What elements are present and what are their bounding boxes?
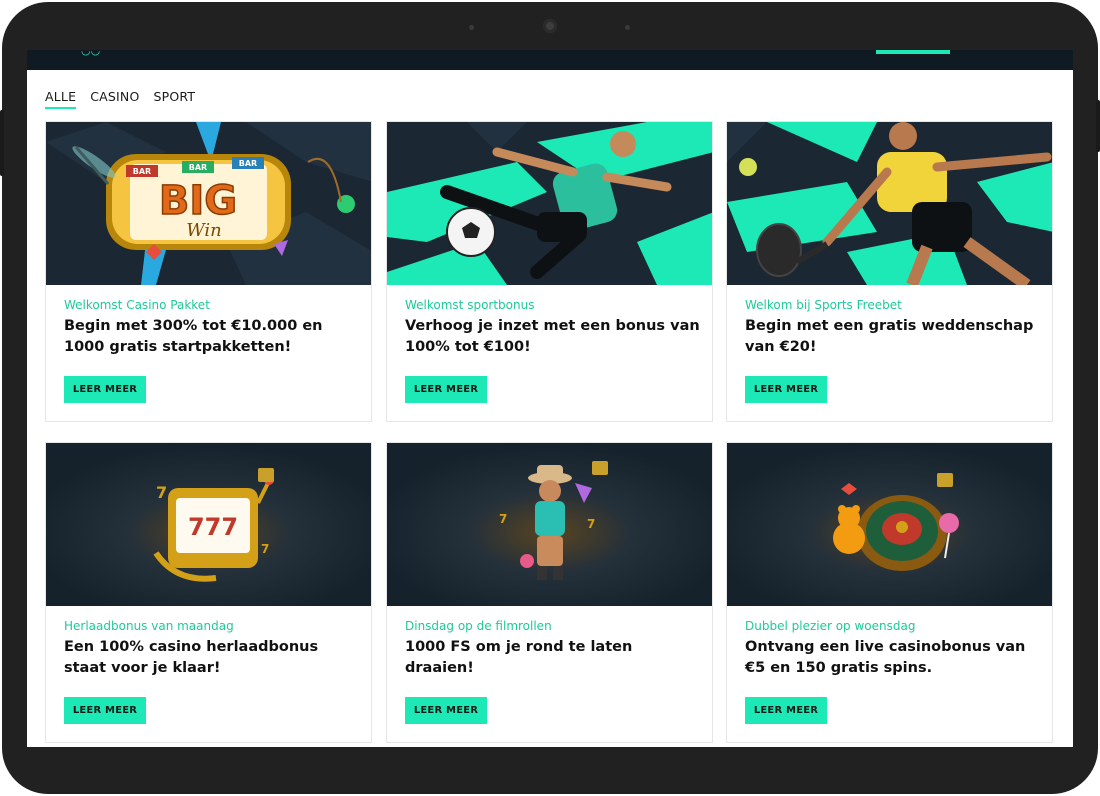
leer-meer-button[interactable]: LEER MEER xyxy=(64,376,146,403)
padel-player-image xyxy=(727,122,1052,285)
card-title: Een 100% casino herlaadbonus staat voor … xyxy=(64,639,319,676)
promo-filter-tabs: ALLE CASINO SPORT xyxy=(45,89,195,109)
card-title: Begin met een gratis weddenschap van €20… xyxy=(745,318,1034,355)
promo-card: BIG Win BAR BAR BAR Welkomst Casino Pakk… xyxy=(45,121,372,422)
card-title: 1000 FS om je rond te laten draaien! xyxy=(405,639,633,676)
promo-card: Welkom bij Sports Freebet Begin met een … xyxy=(726,121,1053,422)
leer-meer-button[interactable]: LEER MEER xyxy=(405,697,487,724)
leer-meer-button[interactable]: LEER MEER xyxy=(64,697,146,724)
card-subtitle: Welkomst sportbonus xyxy=(405,298,535,312)
big-win-slot-image: BIG Win BAR BAR BAR xyxy=(46,122,371,285)
tab-alle[interactable]: ALLE xyxy=(45,89,77,109)
card-subtitle: Welkomst Casino Pakket xyxy=(64,298,210,312)
tab-casino[interactable]: CASINO xyxy=(90,89,139,109)
win-script-text: Win xyxy=(186,220,222,241)
sensor-dot xyxy=(625,25,630,30)
card-title: Ontvang een live casinobonus van €5 en 1… xyxy=(745,639,1026,676)
reel-label: BAR xyxy=(189,163,207,172)
roulette-bear-image xyxy=(727,443,1052,606)
card-subtitle: Welkom bij Sports Freebet xyxy=(745,298,902,312)
leer-meer-button[interactable]: LEER MEER xyxy=(405,376,487,403)
promo-card: 777 7 7 Herlaadbonus van maandag Een 100… xyxy=(45,442,372,743)
leer-meer-button[interactable]: LEER MEER xyxy=(745,697,827,724)
tab-sport[interactable]: SPORT xyxy=(153,89,195,109)
soccer-player-image xyxy=(387,122,712,285)
card-title: Begin met 300% tot €10.000 en 1000 grati… xyxy=(64,318,323,355)
svg-text:7: 7 xyxy=(587,517,595,531)
side-button xyxy=(1096,100,1100,152)
leer-meer-button[interactable]: LEER MEER xyxy=(745,376,827,403)
reel-777-text: 777 xyxy=(188,513,238,541)
big-win-text: BIG xyxy=(159,178,237,224)
svg-text:7: 7 xyxy=(156,483,167,502)
reel-label: BAR xyxy=(133,167,151,176)
logo-fragment: ◡◡ xyxy=(81,50,101,57)
browser-viewport: ◡◡ ALLE CASINO SPORT BIG Win BAR BAR BAR… xyxy=(27,50,1073,747)
promo-card: Welkomst sportbonus Verhoog je inzet met… xyxy=(386,121,713,422)
card-subtitle: Dinsdag op de filmrollen xyxy=(405,619,552,633)
svg-text:7: 7 xyxy=(499,512,507,526)
promo-card: Dubbel plezier op woensdag Ontvang een l… xyxy=(726,442,1053,743)
camera-icon xyxy=(543,19,557,33)
slot-machine-777-image: 777 7 7 xyxy=(46,443,371,606)
cowboy-character-image: 7 7 xyxy=(387,443,712,606)
card-title: Verhoog je inzet met een bonus van 100% … xyxy=(405,318,700,355)
card-subtitle: Dubbel plezier op woensdag xyxy=(745,619,916,633)
sensor-dot xyxy=(469,25,474,30)
svg-text:7: 7 xyxy=(261,542,269,556)
card-subtitle: Herlaadbonus van maandag xyxy=(64,619,234,633)
site-header-strip: ◡◡ xyxy=(27,50,1073,70)
reel-label: BAR xyxy=(239,159,257,168)
promo-card: 7 7 Dinsdag op de filmrollen 1000 FS om … xyxy=(386,442,713,743)
side-button xyxy=(0,110,4,176)
header-accent-bar xyxy=(876,50,950,54)
